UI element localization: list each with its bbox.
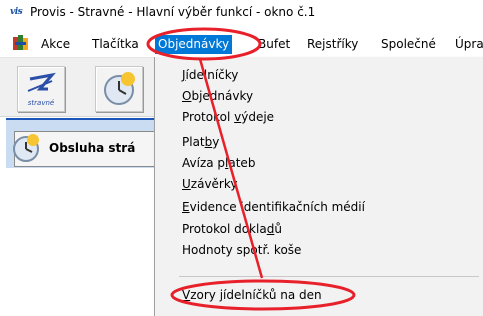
clock-button[interactable] — [95, 66, 143, 112]
obsluha-button[interactable]: Obsluha strá — [13, 131, 166, 167]
menu-item-jidelnicky[interactable]: Jídelníčky — [182, 66, 238, 84]
menu-bar: Akce Tlačítka Objednávky Bufet Rejstříky… — [0, 31, 483, 58]
menu-separator — [179, 276, 479, 277]
menu-item-protokol-dokladu[interactable]: Protokol dokladů — [182, 220, 282, 238]
side-panel: Obsluha strá — [6, 118, 166, 168]
window-title: Provis - Stravné - Hlavní výběr funkcí -… — [30, 5, 316, 19]
menu-spolecne[interactable]: Společné — [381, 36, 436, 53]
toolbar: stravné — [0, 58, 160, 117]
menu-item-platby[interactable]: Platby — [182, 133, 219, 151]
clock-icon — [104, 72, 135, 105]
stravne-button[interactable]: stravné — [17, 66, 65, 112]
title-bar: vis Provis - Stravné - Hlavní výběr funk… — [0, 0, 483, 26]
menu-bufet[interactable]: Bufet — [258, 36, 290, 53]
obsluha-label: Obsluha strá — [49, 141, 136, 155]
objednavky-dropdown: Jídelníčky Objednávky Protokol výdeje Pl… — [154, 57, 483, 316]
menu-tlacitka[interactable]: Tlačítka — [92, 36, 139, 53]
system-menu-icon[interactable] — [12, 35, 30, 52]
app-icon: vis — [10, 7, 23, 17]
stravne-icon: stravné — [27, 72, 56, 107]
menu-item-aviza-plateb[interactable]: Avíza plateb — [182, 154, 255, 172]
menu-item-hodnoty-kose[interactable]: Hodnoty spotř. koše — [182, 241, 301, 259]
menu-item-uzaverky[interactable]: Uzávěrky — [182, 175, 238, 193]
menu-item-evidence-medii[interactable]: Evidence identifikačních médií — [182, 198, 365, 216]
menu-item-vzory-jidelnicku[interactable]: Vzory jídelníčků na den — [182, 286, 322, 304]
menu-item-protokol-vydeje[interactable]: Protokol výdeje — [182, 108, 274, 126]
menu-item-objednavky[interactable]: Objednávky — [182, 87, 253, 105]
stravne-caption: stravné — [28, 99, 55, 107]
menu-akce[interactable]: Akce — [41, 36, 70, 53]
menu-objednavky[interactable]: Objednávky — [155, 35, 233, 54]
clock-icon — [13, 134, 39, 162]
menu-upravy[interactable]: Úpra — [455, 36, 483, 53]
menu-rejstriky[interactable]: Rejstříky — [307, 36, 358, 53]
